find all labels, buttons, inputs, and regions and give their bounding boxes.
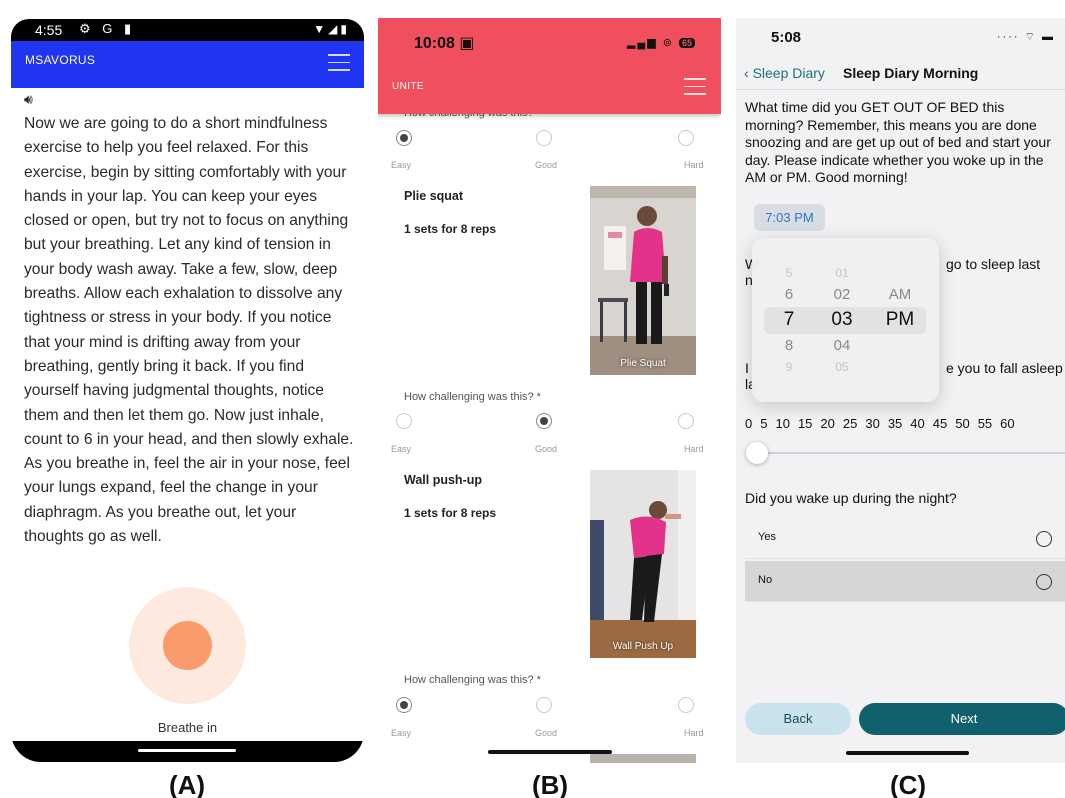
slider-track[interactable]	[748, 452, 1065, 454]
picker-hour[interactable]: 6	[774, 286, 804, 303]
rating-radio-easy[interactable]	[396, 130, 412, 146]
signal-battery-icons: ···· ⌔ ▬	[996, 31, 1055, 43]
status-time: 10:08 ▣	[414, 35, 475, 52]
rating-label-good: Good	[535, 160, 558, 170]
option-yes[interactable]: Yes	[745, 518, 1065, 559]
exercise-photo[interactable]: Wall Push Up	[590, 470, 696, 658]
slider-thumb[interactable]	[746, 442, 768, 464]
picker-period[interactable]: AM	[880, 286, 920, 303]
picker-minute-selected[interactable]: 03	[824, 309, 860, 331]
exercise-photo[interactable]	[590, 754, 696, 763]
nav-bar	[11, 741, 364, 762]
option-label: No	[758, 574, 773, 586]
rating-radio-good[interactable]	[536, 130, 552, 146]
signal-battery-icons: ▼◢▮	[313, 22, 350, 36]
exercise-name: Plie squat	[404, 189, 464, 203]
picker-hour[interactable]: 5	[774, 266, 804, 280]
rating-label-hard: Hard	[684, 160, 704, 170]
exercise-instructions: Now we are going to do a short mindfulne…	[24, 115, 354, 546]
menu-icon[interactable]	[684, 78, 706, 95]
caption-c: (C)	[889, 770, 927, 798]
picker-minute[interactable]: 05	[824, 360, 860, 374]
rating-radio-good[interactable]	[536, 697, 552, 713]
question-wake-night: Did you wake up during the night?	[745, 490, 957, 506]
status-time: 5:08	[771, 29, 802, 46]
rating-label-good: Good	[535, 728, 558, 738]
navigation-bar: ‹ Sleep Diary Sleep Diary Morning	[736, 58, 1065, 90]
question-latency-end: e you to fall asleep	[946, 360, 1063, 376]
picker-hour-selected[interactable]: 7	[774, 309, 804, 331]
picker-period-selected[interactable]: PM	[880, 309, 920, 331]
exercise-reps: 1 sets for 8 reps	[404, 222, 497, 236]
rating-label-hard: Hard	[684, 728, 704, 738]
app-bar: MSAVORUS	[11, 41, 364, 88]
exercise-app-screen: 10:08 ▣ ▂▄▆ ⊚ 65 UNITE How challenging w…	[378, 18, 721, 763]
question-sleep-time-end: go to sleep last	[946, 256, 1041, 272]
back-button[interactable]: Back	[745, 703, 851, 735]
status-bar: 4:55 ⚙ G ▮ ▼◢▮	[11, 19, 364, 41]
photo-caption: Plie Squat	[620, 358, 666, 369]
rating-radio-hard[interactable]	[678, 130, 694, 146]
question-label: How challenging was this? *	[404, 674, 541, 686]
chevron-left-icon: ‹	[744, 65, 749, 81]
slider-tick-labels: 0 5 10 15 20 25 30 35 40 45 50 55 60	[745, 416, 1015, 431]
rating-label-easy: Easy	[391, 444, 412, 454]
breathe-label: Breathe in	[157, 720, 218, 735]
signal-battery-icons: ▂▄▆ ⊚ 65	[627, 36, 695, 49]
question-out-of-bed: What time did you GET OUT OF BED this mo…	[745, 99, 1051, 185]
rating-radio-easy[interactable]	[396, 413, 412, 429]
time-wheel-picker[interactable]: 5 6 7 8 9 01 02 03 04 05 AM PM	[752, 238, 939, 402]
radio-circle-icon[interactable]	[1036, 531, 1052, 547]
app-title: UNITE	[392, 81, 424, 92]
exercise-name: Wall push-up	[404, 473, 482, 487]
breathing-circle	[129, 587, 246, 704]
home-indicator[interactable]	[846, 751, 969, 755]
picker-hour[interactable]: 9	[774, 360, 804, 374]
menu-icon[interactable]	[328, 54, 350, 71]
option-no[interactable]: No	[745, 561, 1065, 602]
back-link[interactable]: ‹ Sleep Diary	[744, 65, 825, 81]
speaker-icon[interactable]: 🔊︎	[24, 91, 33, 108]
mindfulness-app-screen: 4:55 ⚙ G ▮ ▼◢▮ MSAVORUS 🔊︎ Now we are go…	[11, 19, 364, 762]
breathing-dot	[163, 621, 212, 670]
question-label: How challenging was this? *	[404, 391, 541, 403]
notification-icons: ⚙ G ▮	[79, 21, 136, 36]
page-title: Sleep Diary Morning	[843, 65, 979, 81]
rating-label-good: Good	[535, 444, 558, 454]
rating-label-easy: Easy	[391, 728, 412, 738]
rating-radio-hard[interactable]	[678, 413, 694, 429]
app-title: MSAVORUS	[25, 53, 96, 67]
battery-badge: 65	[678, 38, 695, 48]
picker-hour[interactable]: 8	[774, 337, 804, 354]
option-label: Yes	[758, 531, 776, 543]
next-button[interactable]: Next	[859, 703, 1065, 735]
app-header: 10:08 ▣ ▂▄▆ ⊚ 65 UNITE	[378, 18, 721, 114]
exercise-list[interactable]: How challenging was this? Easy Good Hard…	[378, 18, 721, 763]
rating-radio-easy[interactable]	[396, 697, 412, 713]
radio-circle-icon[interactable]	[1036, 574, 1052, 590]
rating-radio-hard[interactable]	[678, 697, 694, 713]
caption-b: (B)	[531, 770, 569, 798]
exercise-photo[interactable]: Plie Squat	[590, 186, 696, 375]
exercise-reps: 1 sets for 8 reps	[404, 506, 497, 520]
sleep-diary-screen: 5:08 ···· ⌔ ▬ ‹ Sleep Diary Sleep Diary …	[736, 18, 1065, 763]
home-indicator[interactable]	[488, 750, 612, 754]
rating-label-hard: Hard	[684, 444, 704, 454]
photo-caption: Wall Push Up	[612, 641, 674, 652]
picker-minute[interactable]: 01	[824, 266, 860, 280]
plie-squat-photo	[590, 186, 696, 375]
wall-push-up-photo	[590, 470, 696, 658]
time-picker-chip[interactable]: 7:03 PM	[754, 204, 825, 231]
status-time: 4:55	[35, 22, 63, 38]
home-indicator[interactable]	[138, 749, 236, 752]
rating-radio-good[interactable]	[536, 413, 552, 429]
picker-minute[interactable]: 04	[824, 337, 860, 354]
picker-minute[interactable]: 02	[824, 286, 860, 303]
caption-a: (A)	[168, 770, 206, 798]
rating-label-easy: Easy	[391, 160, 412, 170]
